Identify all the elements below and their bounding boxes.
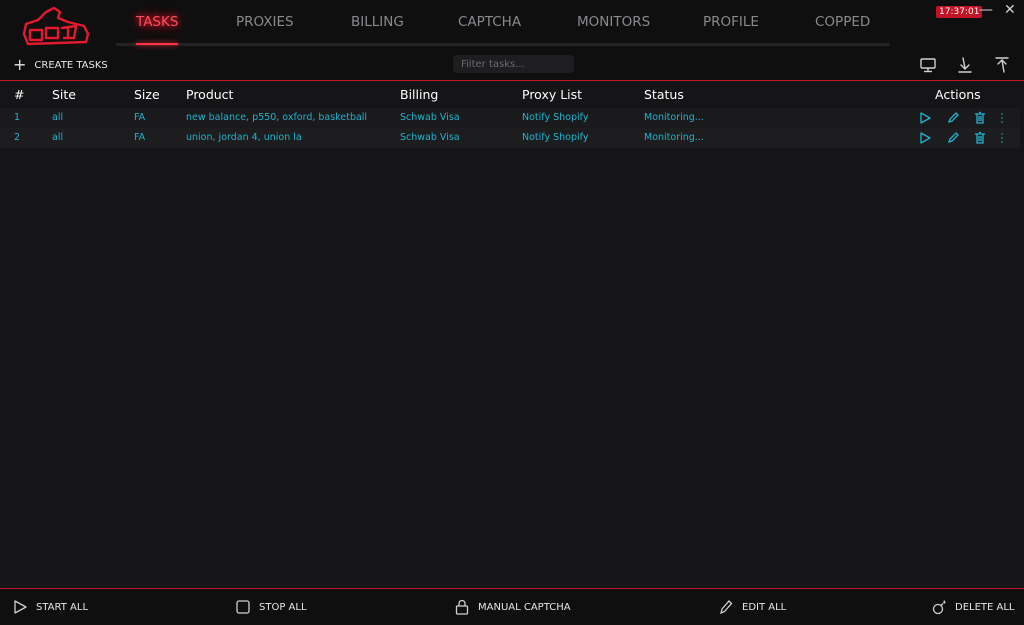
export-icon[interactable] [992, 55, 1012, 75]
cell-number: 2 [14, 132, 21, 143]
table-header: # Site Size Product Billing Proxy List S… [0, 82, 1024, 108]
cell-proxy-list: Notify Shopify [522, 112, 589, 123]
active-tab-underline [136, 43, 178, 45]
trash-icon[interactable] [973, 131, 987, 145]
header-billing: Billing [400, 87, 439, 102]
more-icon[interactable] [995, 131, 1009, 145]
cell-proxy-list: Notify Shopify [522, 132, 589, 143]
tab-billing[interactable]: BILLING [351, 14, 404, 30]
edit-icon[interactable] [946, 111, 960, 125]
play-icon[interactable] [918, 111, 932, 125]
stop-all-label: STOP ALL [259, 601, 307, 613]
tab-copped[interactable]: COPPED [815, 14, 870, 30]
edit-all-button[interactable]: EDIT ALL [718, 599, 786, 615]
tab-tasks[interactable]: TASKS [136, 14, 178, 30]
pencil-icon [720, 600, 733, 615]
create-tasks-label: CREATE TASKS [34, 59, 108, 71]
tab-captcha[interactable]: CAPTCHA [458, 14, 521, 30]
monitor-icon[interactable] [918, 55, 938, 75]
start-all-button[interactable]: START ALL [12, 599, 88, 615]
tab-monitors[interactable]: MONITORS [577, 14, 650, 30]
minimize-icon[interactable]: — [979, 2, 993, 18]
delete-all-button[interactable]: DELETE ALL [931, 599, 1015, 615]
edit-all-label: EDIT ALL [742, 601, 787, 613]
close-icon[interactable]: ✕ [1004, 2, 1016, 18]
trash-icon[interactable] [973, 111, 987, 125]
cell-number: 1 [14, 112, 21, 123]
start-all-label: START ALL [36, 601, 89, 613]
cell-billing: Schwab Visa [400, 132, 460, 143]
tab-profile[interactable]: PROFILE [703, 14, 759, 30]
header-proxy-list: Proxy List [522, 87, 583, 102]
header-size: Size [134, 87, 160, 102]
cell-site: all [52, 132, 64, 143]
cell-status: Monitoring... [644, 112, 704, 123]
cell-size: FA [134, 132, 146, 143]
manual-captcha-label: MANUAL CAPTCHA [478, 601, 571, 613]
play-icon [14, 600, 27, 614]
header-site: Site [52, 87, 76, 102]
more-icon[interactable] [995, 111, 1009, 125]
cell-size: FA [134, 112, 146, 123]
play-icon[interactable] [918, 131, 932, 145]
create-tasks-button[interactable]: + CREATE TASKS [13, 57, 108, 73]
plus-icon: + [13, 55, 27, 74]
table-row[interactable]: 1 all FA new balance, p550, oxford, bask… [0, 108, 1020, 128]
header-number: # [14, 87, 25, 102]
bomb-icon [932, 600, 946, 615]
nav-track [116, 43, 890, 46]
table-row[interactable]: 2 all FA union, jordan 4, union la Schwa… [0, 128, 1020, 148]
tab-proxies[interactable]: PROXIES [236, 14, 294, 30]
cell-site: all [52, 112, 64, 123]
toolbar: + CREATE TASKS [0, 54, 1024, 81]
edit-icon[interactable] [946, 131, 960, 145]
header-actions: Actions [935, 87, 981, 102]
lock-icon [455, 599, 469, 615]
app-header: TASKS PROXIES BILLING CAPTCHA MONITORS P… [0, 0, 1024, 54]
clock-badge: 17:37:01 [936, 6, 983, 18]
bot-logo-icon [22, 6, 90, 46]
import-icon[interactable] [955, 55, 975, 75]
footer-bar: START ALL STOP ALL MANUAL CAPTCHA EDIT A… [0, 588, 1024, 625]
stop-all-button[interactable]: STOP ALL [235, 599, 307, 615]
cell-billing: Schwab Visa [400, 112, 460, 123]
delete-all-label: DELETE ALL [955, 601, 1015, 613]
header-status: Status [644, 87, 684, 102]
cell-product: new balance, p550, oxford, basketball [186, 112, 368, 123]
cell-product: union, jordan 4, union la [186, 132, 302, 143]
cell-status: Monitoring... [644, 132, 704, 143]
stop-icon [236, 600, 250, 614]
header-product: Product [186, 87, 234, 102]
manual-captcha-button[interactable]: MANUAL CAPTCHA [454, 599, 571, 615]
filter-tasks-input[interactable] [453, 55, 574, 73]
